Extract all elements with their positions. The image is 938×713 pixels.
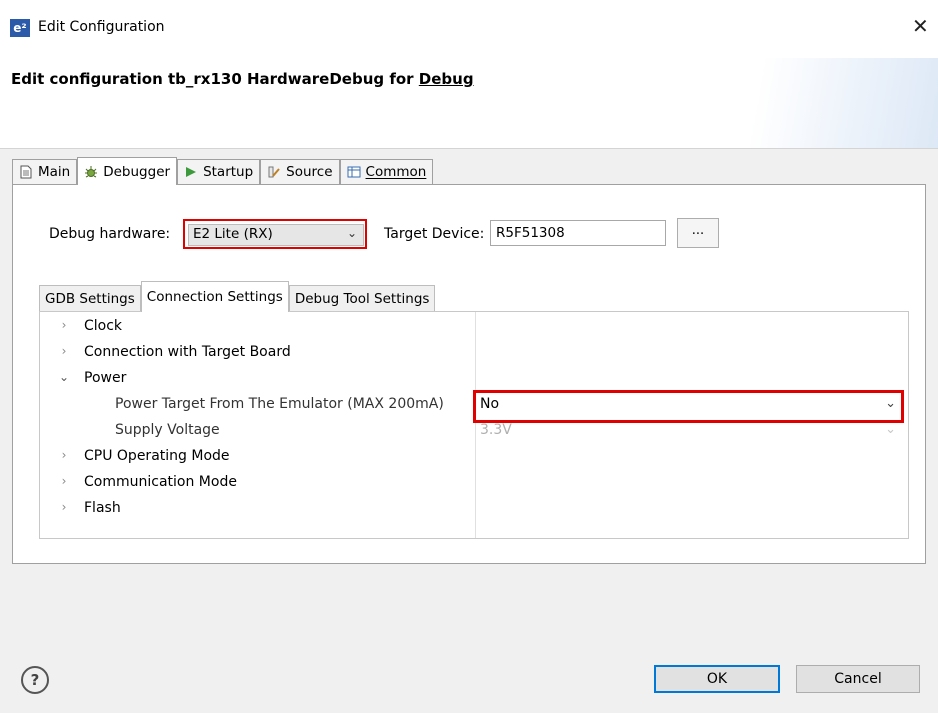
settings-row-label: Flash xyxy=(84,500,121,516)
tab-debugger-label: Debugger xyxy=(103,163,171,180)
settings-row-flash[interactable]: › Flash xyxy=(40,496,908,522)
settings-row-label: Clock xyxy=(84,318,123,334)
window-title: Edit Configuration xyxy=(38,19,165,35)
tab-startup-label: Startup xyxy=(203,164,254,180)
browse-device-button[interactable]: ... xyxy=(677,218,719,248)
tab-common[interactable]: Common xyxy=(339,159,434,184)
help-icon[interactable]: ? xyxy=(21,666,49,694)
app-icon: e² xyxy=(10,19,30,37)
tab-connection-settings[interactable]: Connection Settings xyxy=(140,281,289,312)
tab-source[interactable]: Source xyxy=(260,159,340,184)
settings-grid: › Clock › Connection with Target Board ⌄… xyxy=(39,311,909,539)
tab-startup[interactable]: Startup xyxy=(177,159,261,184)
target-device-value: R5F51308 xyxy=(496,225,565,241)
tab-common-label: Common xyxy=(365,164,427,180)
chevron-right-icon[interactable]: › xyxy=(58,344,70,358)
settings-row-label: Supply Voltage xyxy=(115,422,220,438)
debug-hardware-label: Debug hardware: xyxy=(49,226,171,242)
title-bar: e² Edit Configuration ✕ xyxy=(0,0,938,58)
document-icon xyxy=(19,165,33,179)
highlight-box xyxy=(473,390,904,423)
tab-main-label: Main xyxy=(38,164,71,180)
settings-row-power[interactable]: ⌄ Power xyxy=(40,366,908,392)
target-device-input[interactable]: R5F51308 xyxy=(490,220,666,246)
tab-source-label: Source xyxy=(286,164,333,180)
settings-row-cpu-mode[interactable]: › CPU Operating Mode xyxy=(40,444,908,470)
settings-tabs: GDB Settings Connection Settings Debug T… xyxy=(39,281,436,312)
settings-row-label: Communication Mode xyxy=(84,474,237,490)
chevron-right-icon[interactable]: › xyxy=(58,448,70,462)
close-icon[interactable]: ✕ xyxy=(912,14,929,38)
debug-hardware-select[interactable]: E2 Lite (RX) ⌄ xyxy=(183,219,367,249)
config-tabs: Main Debugger Startup Source Common xyxy=(12,157,434,185)
tab-debug-tool-settings[interactable]: Debug Tool Settings xyxy=(288,285,436,312)
chevron-down-icon: ⌄ xyxy=(346,226,357,240)
debug-hardware-select-inner: E2 Lite (RX) ⌄ xyxy=(188,224,364,246)
ok-button[interactable]: OK xyxy=(654,665,780,693)
settings-row-label: Power xyxy=(84,370,127,386)
settings-row-label: Power Target From The Emulator (MAX 200m… xyxy=(115,396,444,412)
settings-row-comm-mode[interactable]: › Communication Mode xyxy=(40,470,908,496)
page-title-mode: Debug xyxy=(418,70,474,88)
chevron-down-icon: ⌄ xyxy=(885,422,896,437)
settings-row-connection[interactable]: › Connection with Target Board xyxy=(40,340,908,366)
page-title-prefix: Edit configuration tb_rx130 HardwareDebu… xyxy=(11,70,419,88)
tab-debugger[interactable]: Debugger xyxy=(77,157,178,185)
play-icon xyxy=(184,165,198,179)
supply-voltage-value: 3.3V xyxy=(480,422,512,438)
header-divider xyxy=(0,148,938,149)
bug-icon xyxy=(84,165,98,179)
chevron-right-icon[interactable]: › xyxy=(58,474,70,488)
chevron-right-icon[interactable]: › xyxy=(58,500,70,514)
settings-row-label: Connection with Target Board xyxy=(84,344,291,360)
target-device-label: Target Device: xyxy=(384,226,485,242)
settings-row-label: CPU Operating Mode xyxy=(84,448,230,464)
chevron-right-icon[interactable]: › xyxy=(58,318,70,332)
source-icon xyxy=(267,165,281,179)
debug-hardware-value: E2 Lite (RX) xyxy=(193,226,273,242)
table-icon xyxy=(347,165,361,179)
tab-main[interactable]: Main xyxy=(12,159,78,184)
chevron-down-icon[interactable]: ⌄ xyxy=(58,370,70,384)
app-icon-label: e² xyxy=(13,21,27,35)
settings-row-clock[interactable]: › Clock xyxy=(40,314,908,340)
page-title: Edit configuration tb_rx130 HardwareDebu… xyxy=(11,70,474,88)
tab-gdb-settings[interactable]: GDB Settings xyxy=(39,285,141,312)
cancel-button[interactable]: Cancel xyxy=(796,665,920,693)
